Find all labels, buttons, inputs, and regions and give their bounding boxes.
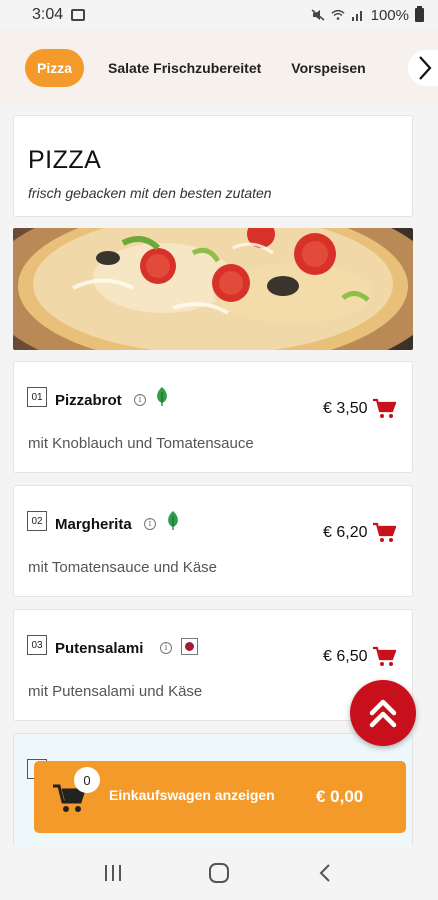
- double-chevron-up-icon: [369, 699, 397, 728]
- info-icon[interactable]: i: [160, 642, 172, 654]
- item-name: Pizzabrot: [55, 392, 122, 409]
- category-title: PIZZA: [28, 146, 102, 174]
- tab-salate[interactable]: Salate Frischzubereitet: [108, 60, 261, 76]
- status-time: 3:04: [32, 6, 64, 23]
- system-nav-bar: [0, 845, 438, 900]
- category-header: PIZZA frisch gebacken mit den besten zut…: [13, 115, 413, 217]
- item-price: € 6,50: [323, 648, 368, 665]
- item-number: 01: [27, 387, 47, 407]
- cart-icon[interactable]: [372, 522, 396, 544]
- pizza-image: [13, 228, 413, 350]
- menu-item[interactable]: 02 Margherita i € 6,20 mit Tomatensauce …: [13, 485, 413, 597]
- meat-icon: [181, 638, 198, 655]
- item-number: 03: [27, 635, 47, 655]
- leaf-icon: [168, 511, 178, 530]
- cart-icon[interactable]: [372, 646, 396, 668]
- signal-icon: [351, 11, 362, 21]
- item-name: Putensalami: [55, 640, 144, 657]
- item-price: € 3,50: [323, 400, 368, 417]
- menu-item[interactable]: 01 Pizzabrot i € 3,50 mit Knoblauch und …: [13, 361, 413, 473]
- tab-pizza[interactable]: Pizza: [25, 48, 85, 87]
- cart-icon[interactable]: [372, 398, 396, 420]
- recents-button[interactable]: [93, 853, 133, 893]
- cart-count-badge: 0: [74, 767, 100, 793]
- view-cart-button[interactable]: 0 Einkaufswagen anzeigen € 0,00: [34, 761, 406, 833]
- recents-icon: [105, 864, 121, 881]
- tabs-scroll-right-button[interactable]: [408, 50, 438, 86]
- category-subtitle: frisch gebacken mit den besten zutaten: [28, 185, 272, 201]
- gallery-icon: [71, 9, 86, 21]
- chevron-right-icon: [419, 56, 432, 80]
- leaf-icon: [157, 387, 167, 406]
- status-right: 100%: [311, 6, 424, 24]
- item-number: 02: [27, 511, 47, 531]
- info-icon[interactable]: i: [144, 518, 156, 530]
- back-icon: [319, 863, 330, 882]
- category-tabs: Pizza Salate Frischzubereitet Vorspeisen: [0, 30, 438, 105]
- item-description: mit Knoblauch und Tomatensauce: [28, 435, 254, 452]
- scroll-to-top-button[interactable]: [350, 680, 416, 746]
- mute-icon: [311, 9, 325, 21]
- item-name: Margherita: [55, 516, 132, 533]
- back-button[interactable]: [305, 853, 345, 893]
- home-button[interactable]: [199, 853, 239, 893]
- tab-vorspeisen[interactable]: Vorspeisen: [291, 60, 365, 76]
- cart-label: Einkaufswagen anzeigen: [109, 787, 275, 803]
- item-price: € 6,20: [323, 524, 368, 541]
- battery-icon: [415, 6, 424, 22]
- info-icon[interactable]: i: [134, 394, 146, 406]
- home-icon: [209, 862, 229, 883]
- item-description: mit Putensalami und Käse: [28, 683, 203, 700]
- battery-percent: 100%: [370, 6, 409, 24]
- status-bar: 3:04 100%: [0, 0, 438, 30]
- cart-total: € 0,00: [316, 787, 364, 806]
- item-description: mit Tomatensauce und Käse: [28, 559, 218, 576]
- wifi-icon: [331, 9, 345, 20]
